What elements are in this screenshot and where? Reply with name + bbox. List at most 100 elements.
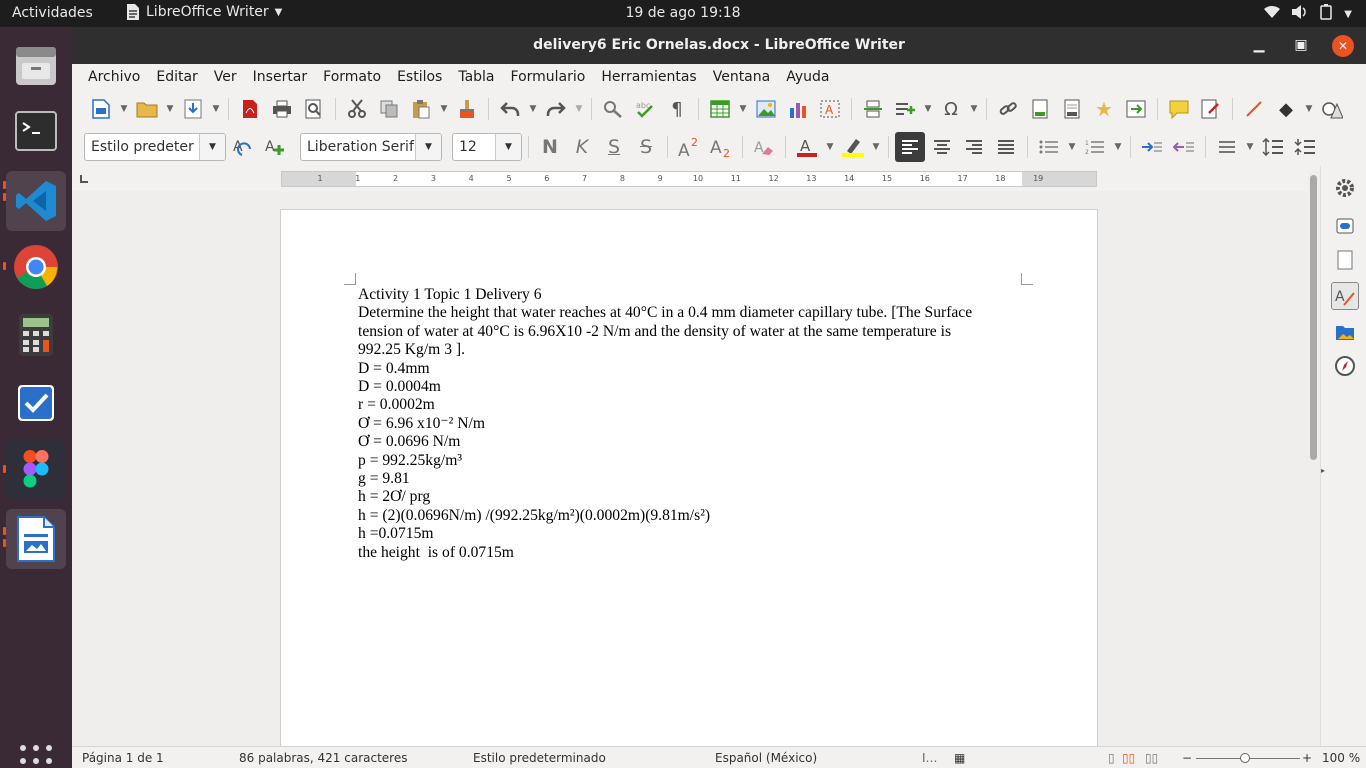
redo-button[interactable]	[541, 94, 571, 124]
word-count[interactable]: 86 palabras, 421 caracteres	[239, 751, 407, 765]
minimize-button[interactable]: ▁	[1248, 27, 1270, 64]
language-status[interactable]: Español (México)	[715, 751, 817, 765]
document-area[interactable]: Activity 1 Topic 1 Delivery 6 Determine t…	[72, 191, 1308, 746]
sidebar-navigator-button[interactable]	[1331, 352, 1359, 380]
insert-cross-reference-button[interactable]	[1121, 94, 1151, 124]
book-view-icon[interactable]: ▯▯	[1145, 751, 1158, 765]
insert-image-button[interactable]	[751, 94, 781, 124]
formatting-marks-button[interactable]: ¶	[662, 94, 692, 124]
zoom-level[interactable]: 100 %	[1322, 751, 1360, 765]
dock-vscode[interactable]	[6, 171, 66, 231]
dock-files[interactable]	[6, 35, 66, 95]
dock-chrome[interactable]	[6, 237, 66, 297]
increase-paragraph-spacing-button[interactable]	[1258, 132, 1288, 162]
insert-endnote-button[interactable]	[1057, 94, 1087, 124]
tab-stop-selector[interactable]	[80, 175, 88, 183]
line-spacing-dropdown-arrow[interactable]: ▼	[1244, 132, 1256, 162]
new-document-button[interactable]	[86, 94, 116, 124]
insert-table-button[interactable]	[705, 94, 735, 124]
spellcheck-button[interactable]: abc	[630, 94, 660, 124]
menu-ayuda[interactable]: Ayuda	[778, 69, 837, 85]
menu-ver[interactable]: Ver	[206, 69, 245, 85]
subscript-button[interactable]: A2	[706, 132, 736, 162]
horizontal-ruler[interactable]: 1 1 2 3 4 5 6 7 8 9 10 11 12 13 14 15 16 17 18 19	[281, 171, 1097, 187]
insert-line-button[interactable]	[1239, 94, 1269, 124]
insert-bookmark-button[interactable]: ★	[1089, 94, 1119, 124]
document-line[interactable]: p = 992.25kg/m³	[358, 452, 1008, 470]
sidebar-styles-button[interactable]: A	[1331, 282, 1359, 310]
scrollbar-thumb[interactable]	[1310, 175, 1317, 460]
menu-insertar[interactable]: Insertar	[245, 69, 316, 85]
font-size-combo[interactable]: 12 ▼	[452, 133, 522, 161]
document-line[interactable]: tension of water at 40°C is 6.96X10 -2 N…	[358, 323, 1008, 341]
dock-calculator[interactable]	[6, 305, 66, 365]
menu-ventana[interactable]: Ventana	[705, 69, 779, 85]
sidebar-gallery-button[interactable]	[1331, 318, 1359, 346]
line-spacing-button[interactable]	[1212, 132, 1242, 162]
align-center-button[interactable]	[927, 132, 957, 162]
page-style[interactable]: Estilo predeterminado	[473, 751, 606, 765]
new-style-button[interactable]: A	[260, 132, 290, 162]
menu-estilos[interactable]: Estilos	[389, 69, 450, 85]
insert-page-break-button[interactable]	[858, 94, 888, 124]
multi-page-view-icon[interactable]: ▯▯	[1122, 751, 1135, 765]
open-button[interactable]	[132, 94, 162, 124]
copy-button[interactable]	[374, 94, 404, 124]
superscript-button[interactable]: A2	[674, 132, 704, 162]
document-line[interactable]: 992.25 Kg/m 3 ].	[358, 341, 1008, 359]
shapes-dropdown-arrow[interactable]: ▼	[1303, 94, 1315, 124]
document-line[interactable]: Ơ = 6.96 x10⁻² N/m	[358, 415, 1008, 433]
close-button[interactable]: ✕	[1332, 35, 1354, 57]
sidebar-page-button[interactable]	[1331, 246, 1359, 274]
dock-figma[interactable]	[6, 439, 66, 499]
print-button[interactable]	[267, 94, 297, 124]
zoom-out-button[interactable]: −	[1182, 751, 1192, 765]
insert-mode-icon[interactable]: I…	[922, 751, 938, 765]
save-button[interactable]	[178, 94, 208, 124]
unordered-list-button[interactable]	[1034, 132, 1064, 162]
redo-dropdown-arrow[interactable]: ▼	[573, 94, 585, 124]
save-dropdown-arrow[interactable]: ▼	[210, 94, 222, 124]
document-line[interactable]: h = 2Ơ/ prg	[358, 488, 1008, 506]
zoom-in-button[interactable]: +	[1302, 751, 1312, 765]
menu-formato[interactable]: Formato	[315, 69, 389, 85]
basic-shapes-button[interactable]: ◆	[1271, 94, 1301, 124]
chevron-down-icon[interactable]: ▼	[415, 134, 441, 160]
sidebar-collapse-handle[interactable]: ▸	[1321, 466, 1327, 496]
font-name-combo[interactable]: Liberation Serif ▼	[300, 133, 442, 161]
unordered-list-dropdown-arrow[interactable]: ▼	[1066, 132, 1078, 162]
document-line[interactable]: h =0.0715m	[358, 525, 1008, 543]
special-character-dropdown-arrow[interactable]: ▼	[968, 94, 980, 124]
menu-editar[interactable]: Editar	[148, 69, 205, 85]
clone-formatting-button[interactable]	[452, 94, 482, 124]
document-text[interactable]: Activity 1 Topic 1 Delivery 6 Determine t…	[358, 286, 1008, 562]
font-color-dropdown-arrow[interactable]: ▼	[824, 132, 836, 162]
document-line[interactable]: g = 9.81	[358, 470, 1008, 488]
insert-field-button[interactable]	[890, 94, 920, 124]
menu-herramientas[interactable]: Herramientas	[593, 69, 704, 85]
paste-dropdown-arrow[interactable]: ▼	[438, 94, 450, 124]
highlight-dropdown-arrow[interactable]: ▼	[870, 132, 882, 162]
print-preview-button[interactable]	[299, 94, 329, 124]
underline-button[interactable]: S	[599, 132, 629, 162]
bold-button[interactable]: N	[535, 132, 565, 162]
undo-button[interactable]	[495, 94, 525, 124]
italic-button[interactable]: K	[567, 132, 597, 162]
new-dropdown-arrow[interactable]: ▼	[118, 94, 130, 124]
document-line[interactable]: D = 0.0004m	[358, 378, 1008, 396]
document-line[interactable]: Determine the height that water reaches …	[358, 304, 1008, 322]
update-style-button[interactable]: A	[228, 132, 258, 162]
dock-terminal[interactable]	[6, 101, 66, 161]
decrease-paragraph-spacing-button[interactable]	[1290, 132, 1320, 162]
decrease-indent-button[interactable]	[1169, 132, 1199, 162]
page-count[interactable]: Página 1 de 1	[82, 751, 164, 765]
menu-formulario[interactable]: Formulario	[503, 69, 594, 85]
clock[interactable]: 19 de ago 19:18	[0, 5, 1366, 21]
zoom-slider-knob[interactable]	[1240, 753, 1250, 763]
document-page[interactable]: Activity 1 Topic 1 Delivery 6 Determine t…	[280, 209, 1098, 746]
insert-special-character-button[interactable]: Ω	[936, 94, 966, 124]
undo-dropdown-arrow[interactable]: ▼	[527, 94, 539, 124]
ordered-list-dropdown-arrow[interactable]: ▼	[1112, 132, 1124, 162]
insert-textbox-button[interactable]: A	[815, 94, 845, 124]
clear-formatting-button[interactable]: A	[749, 132, 779, 162]
